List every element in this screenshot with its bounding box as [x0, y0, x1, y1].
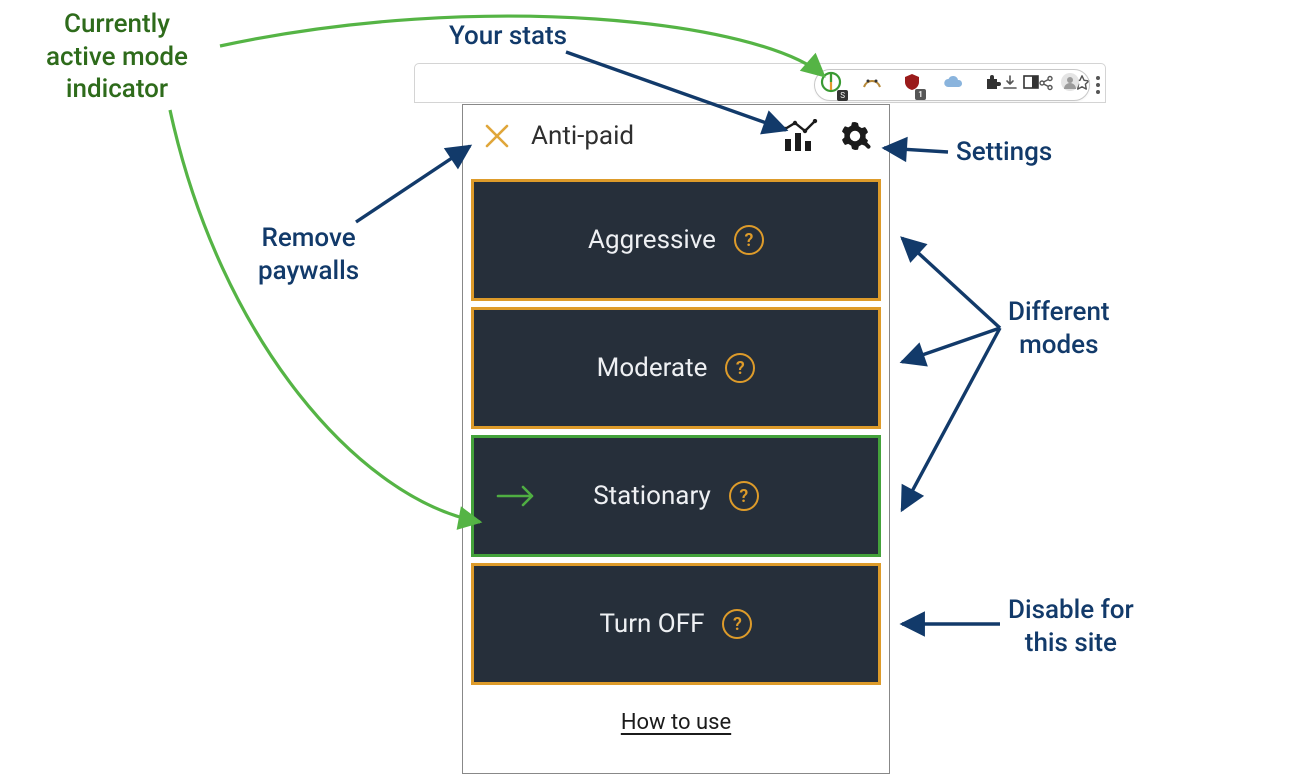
callout-different-modes: Different modes	[1008, 296, 1110, 361]
popup-header: Anti-paid	[463, 105, 889, 167]
mode-moderate[interactable]: Moderate ?	[471, 307, 881, 429]
gear-icon[interactable]	[835, 116, 875, 156]
shield-badge: 1	[915, 89, 926, 100]
callout-active-mode: Currently active mode indicator	[22, 8, 212, 106]
menu-icon[interactable]	[1096, 76, 1100, 98]
panel-icon[interactable]	[1022, 73, 1040, 95]
help-icon[interactable]: ?	[734, 225, 764, 255]
extension-current-icon[interactable]: S	[820, 71, 842, 97]
mode-stationary[interactable]: Stationary ?	[471, 435, 881, 557]
extensions-icons: S 1	[820, 70, 1080, 98]
mode-aggressive[interactable]: Aggressive ?	[471, 179, 881, 301]
puzzle-icon[interactable]	[984, 73, 1002, 95]
how-to-use-link[interactable]: How to use	[621, 710, 731, 735]
profile-icon[interactable]	[1060, 72, 1080, 96]
callout-your-stats: Your stats	[449, 20, 567, 53]
cloud-icon[interactable]	[942, 74, 964, 94]
mode-turn-off[interactable]: Turn OFF ?	[471, 563, 881, 685]
modes-list: Aggressive ? Moderate ? Stationary ? Tur…	[463, 167, 889, 697]
popup-footer: How to use	[463, 697, 889, 747]
active-mode-arrow-icon	[496, 484, 540, 508]
mode-label: Stationary	[593, 481, 711, 511]
extension-secondary-icon[interactable]	[862, 73, 882, 95]
callout-remove-paywalls: Remove paywalls	[258, 222, 359, 287]
close-icon[interactable]	[477, 116, 517, 156]
callout-disable-site: Disable for this site	[1008, 594, 1134, 659]
popup-title: Anti-paid	[531, 121, 767, 151]
shield-icon[interactable]: 1	[902, 72, 922, 96]
callout-settings: Settings	[956, 136, 1052, 169]
stats-icon[interactable]	[781, 116, 821, 156]
extension-popup: Anti-paid Aggressive ? Moderate	[462, 104, 890, 774]
help-icon[interactable]: ?	[729, 481, 759, 511]
mode-label: Aggressive	[588, 225, 716, 255]
mode-label: Moderate	[597, 353, 708, 383]
help-icon[interactable]: ?	[722, 609, 752, 639]
mode-label: Turn OFF	[600, 609, 705, 639]
help-icon[interactable]: ?	[725, 353, 755, 383]
